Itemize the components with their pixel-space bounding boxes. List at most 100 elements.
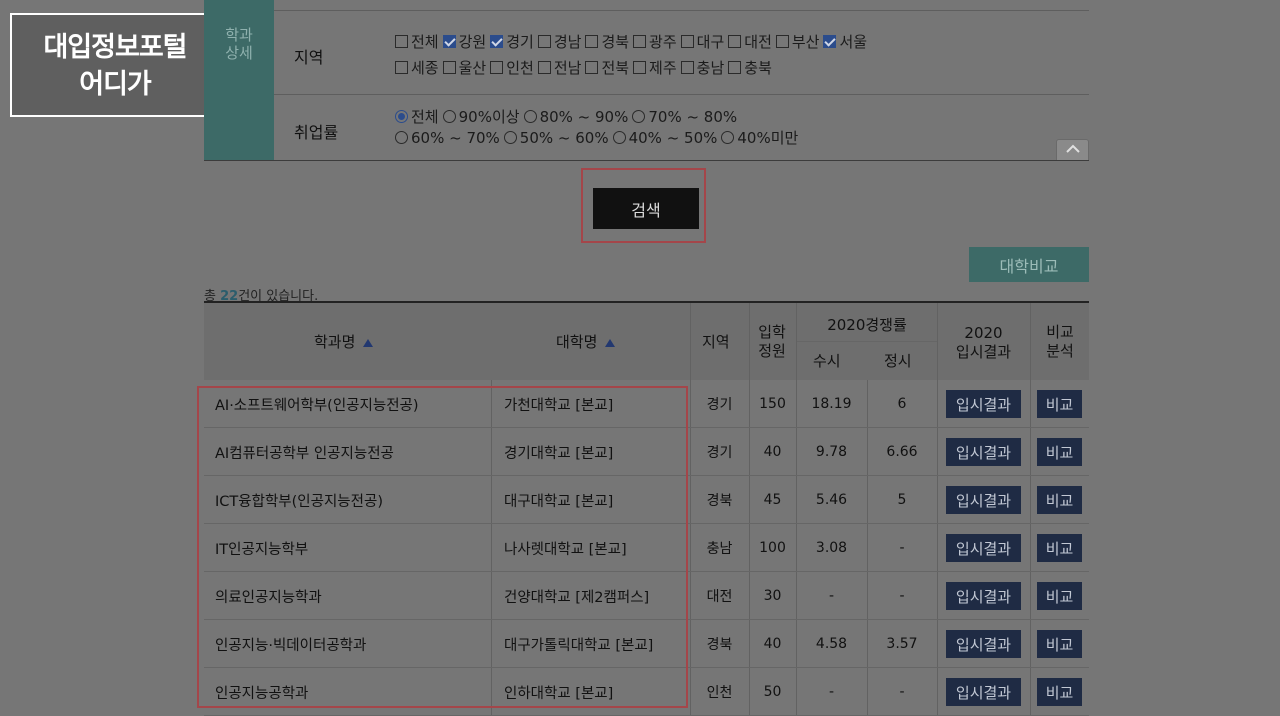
compare-universities-button[interactable]: 대학비교: [969, 247, 1089, 282]
radio-button[interactable]: [395, 110, 408, 123]
employment-radio-option[interactable]: 40% ~ 50%: [612, 128, 717, 148]
jeongsi-cell: -: [899, 540, 905, 556]
employment-radio-option[interactable]: 60% ~ 70%: [395, 128, 500, 148]
jeongsi-cell: 6.66: [886, 444, 918, 460]
checkbox[interactable]: [490, 34, 504, 48]
region-checkbox-option[interactable]: 대구: [680, 31, 724, 52]
compare-cell: 비교: [1030, 668, 1089, 716]
region-checkbox-option[interactable]: 울산: [442, 57, 486, 78]
compare-cell: 비교: [1030, 476, 1089, 524]
checkbox[interactable]: [585, 60, 599, 74]
compare-button[interactable]: 비교: [1037, 438, 1082, 466]
radio-button[interactable]: [632, 110, 646, 123]
checkbox[interactable]: [395, 34, 408, 48]
admission-result-button[interactable]: 입시결과: [946, 534, 1021, 562]
option-label: 40%미만: [737, 128, 799, 147]
checkbox[interactable]: [728, 60, 742, 74]
divider: [796, 620, 797, 668]
divider: [1030, 620, 1031, 668]
employment-radio-option[interactable]: 70% ~ 80%: [632, 107, 737, 127]
compare-button[interactable]: 비교: [1037, 486, 1082, 514]
employment-radio-option[interactable]: 50% ~ 60%: [503, 128, 609, 148]
employment-radio-option[interactable]: 90%이상: [442, 107, 520, 127]
option-label: 경기: [506, 32, 534, 51]
checkbox[interactable]: [775, 34, 789, 48]
region-checkbox-option[interactable]: 전북: [585, 57, 629, 78]
employment-radio-option[interactable]: 전체: [395, 107, 439, 127]
checkbox[interactable]: [490, 60, 504, 74]
tab-dept-detail[interactable]: 학과 상세: [204, 0, 274, 161]
collapse-button[interactable]: [1056, 139, 1089, 161]
col-univ-header[interactable]: 대학명: [556, 333, 616, 352]
region-checkbox-option[interactable]: 세종: [395, 57, 439, 78]
search-button[interactable]: 검색: [593, 188, 699, 229]
radio-button[interactable]: [523, 110, 537, 123]
option-label: 전체: [411, 32, 439, 51]
checkbox[interactable]: [537, 60, 551, 74]
chevron-up-icon: [1065, 144, 1080, 153]
compare-button[interactable]: 비교: [1037, 582, 1082, 610]
divider: [690, 620, 691, 668]
region-checkbox-option[interactable]: 전남: [537, 57, 581, 78]
checkbox[interactable]: [537, 34, 551, 48]
divider: [690, 524, 691, 572]
admission-result-button[interactable]: 입시결과: [946, 678, 1021, 706]
admission-result-button[interactable]: 입시결과: [946, 438, 1021, 466]
checkbox[interactable]: [395, 60, 408, 74]
col-compare-header: 비교 분석: [1031, 323, 1089, 361]
radio-button[interactable]: [612, 131, 626, 144]
capacity-cell: 50: [763, 684, 782, 700]
checkbox[interactable]: [823, 34, 837, 48]
susi-cell: 3.08: [815, 540, 848, 556]
region-checkbox-option[interactable]: 전체: [395, 31, 439, 52]
employment-radio-option[interactable]: 40%미만: [721, 128, 798, 148]
checkbox[interactable]: [442, 34, 456, 48]
compare-cell: 비교: [1030, 572, 1089, 620]
employment-options: 전체 90%이상 80% ~ 90% 70% ~ 80% 60% ~ 70% 50% ~…: [395, 106, 802, 148]
sort-up-icon: [605, 338, 616, 347]
susi-cell: -: [828, 588, 835, 604]
radio-button[interactable]: [721, 131, 735, 144]
compare-button[interactable]: 비교: [1037, 678, 1082, 706]
region-checkbox-option[interactable]: 강원: [442, 31, 486, 52]
checkbox[interactable]: [680, 60, 694, 74]
checkbox[interactable]: [728, 34, 742, 48]
region-checkbox-option[interactable]: 충남: [680, 57, 724, 78]
admission-result-button[interactable]: 입시결과: [946, 390, 1021, 418]
side-tab-line1: 학과: [225, 26, 253, 44]
region-checkbox-option[interactable]: 경남: [537, 31, 581, 52]
col-dept-header[interactable]: 학과명: [314, 333, 374, 352]
divider: [867, 524, 868, 572]
checkbox[interactable]: [680, 34, 694, 48]
region-checkbox-option[interactable]: 충북: [728, 57, 772, 78]
jeongsi-cell: -: [899, 684, 905, 700]
checkbox[interactable]: [442, 60, 456, 74]
checkbox[interactable]: [585, 34, 599, 48]
radio-button[interactable]: [503, 131, 517, 144]
radio-button[interactable]: [442, 110, 456, 123]
region-checkbox-option[interactable]: 대전: [728, 31, 772, 52]
compare-button[interactable]: 비교: [1037, 390, 1082, 418]
region-checkbox-option[interactable]: 제주: [633, 57, 677, 78]
region-checkbox-option[interactable]: 경기: [490, 31, 534, 52]
compare-button[interactable]: 비교: [1037, 630, 1082, 658]
divider: [1030, 428, 1031, 476]
admission-result-button[interactable]: 입시결과: [946, 630, 1021, 658]
checkbox[interactable]: [633, 34, 647, 48]
checkbox[interactable]: [633, 60, 647, 74]
region-checkbox-option[interactable]: 서울: [823, 31, 867, 52]
employment-radio-option[interactable]: 80% ~ 90%: [523, 107, 628, 127]
region-checkbox-option[interactable]: 인천: [490, 57, 534, 78]
admission-result-button[interactable]: 입시결과: [946, 486, 1021, 514]
col-capacity-line2: 정원: [758, 342, 786, 360]
compare-button[interactable]: 비교: [1037, 534, 1082, 562]
region-checkbox-option[interactable]: 광주: [633, 31, 677, 52]
divider: [937, 303, 938, 380]
region-cell: 경기: [706, 397, 733, 413]
admission-result-button[interactable]: 입시결과: [946, 582, 1021, 610]
radio-button[interactable]: [395, 131, 408, 144]
col-capacity-line1: 입학: [758, 323, 786, 341]
region-checkbox-option[interactable]: 경북: [585, 31, 629, 52]
divider: [867, 380, 868, 428]
region-checkbox-option[interactable]: 부산: [775, 31, 819, 52]
